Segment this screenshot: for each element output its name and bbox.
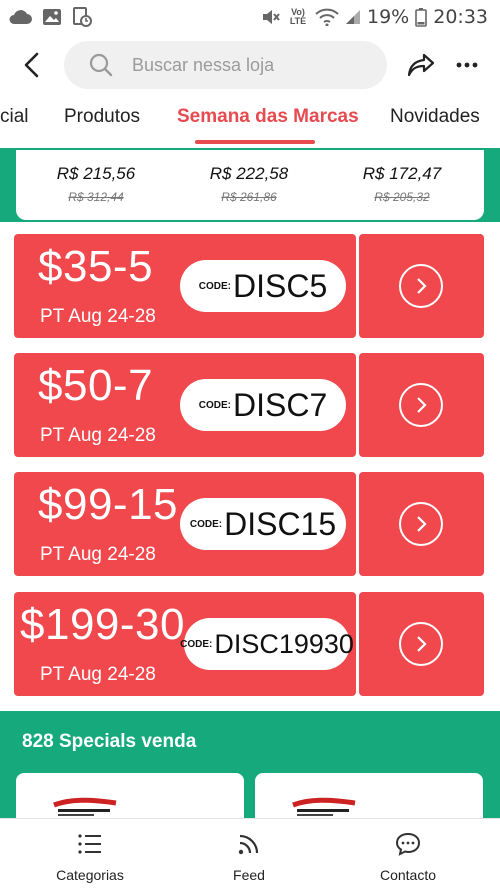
- share-button[interactable]: [397, 41, 445, 89]
- price-current: R$ 215,56: [56, 164, 136, 183]
- search-icon: [89, 53, 113, 77]
- code-label: CODE:: [180, 638, 213, 650]
- active-tab-indicator: [195, 140, 315, 144]
- claim-coupon-button[interactable]: [399, 622, 443, 666]
- coupon-claim[interactable]: [359, 353, 484, 457]
- app-header: Buscar nessa loja: [0, 34, 500, 96]
- chevron-right-icon: [417, 516, 427, 532]
- product-card[interactable]: [16, 773, 244, 823]
- volte-icon: Vo) LTE: [289, 7, 307, 26]
- more-dots-icon: [456, 62, 478, 68]
- coupon-code-pill: CODE: DISC5: [180, 260, 346, 312]
- coupon-card[interactable]: $199-30 PT Aug 24-28 CODE: DISC19930: [14, 592, 484, 696]
- coupon-card[interactable]: $35-5 PT Aug 24-28 CODE: DISC5: [14, 234, 484, 338]
- product-card[interactable]: [255, 773, 483, 823]
- coupon-main: $199-30 PT Aug 24-28 CODE: DISC19930: [14, 592, 356, 696]
- nav-categorias[interactable]: Categorias: [10, 831, 170, 883]
- chevron-right-icon: [417, 278, 427, 294]
- tab-produtos[interactable]: Produtos: [64, 106, 140, 128]
- back-button[interactable]: [4, 37, 60, 93]
- brand-logo-icon: [53, 797, 117, 816]
- tab-semana-das-marcas[interactable]: Semana das Marcas: [177, 106, 359, 128]
- chevron-right-icon: [417, 636, 427, 652]
- coupon-amount: $50-7: [38, 361, 154, 410]
- coupon-code: DISC7: [232, 386, 328, 423]
- search-input[interactable]: Buscar nessa loja: [64, 41, 387, 89]
- price-item[interactable]: R$ 172,47 R$ 205,32: [342, 164, 462, 204]
- wifi-icon: [315, 8, 339, 26]
- nav-label: Contacto: [379, 867, 437, 883]
- price-strip: R$ 215,56 R$ 312,44 R$ 222,58 R$ 261,86 …: [16, 150, 484, 220]
- coupon-main: $35-5 PT Aug 24-28 CODE: DISC5: [14, 234, 356, 338]
- price-original: R$ 205,32: [374, 190, 430, 204]
- coupon-code-pill: CODE: DISC7: [180, 379, 346, 431]
- tab-oficial[interactable]: cial: [0, 106, 29, 128]
- price-current: R$ 172,47: [362, 164, 442, 183]
- nav-contacto[interactable]: Contacto: [328, 831, 488, 883]
- claim-coupon-button[interactable]: [399, 264, 443, 308]
- coupon-amount: $199-30: [20, 600, 185, 649]
- price-item[interactable]: R$ 222,58 R$ 261,86: [189, 164, 309, 204]
- tab-novidades[interactable]: Novidades: [390, 106, 480, 128]
- coupon-period: PT Aug 24-28: [40, 425, 156, 446]
- share-icon: [407, 53, 435, 77]
- battery-icon: [415, 7, 428, 27]
- status-left: [8, 7, 92, 27]
- code-label: CODE:: [198, 399, 231, 411]
- price-original: R$ 261,86: [221, 190, 277, 204]
- price-original: R$ 312,44: [68, 190, 124, 204]
- coupon-amount: $35-5: [38, 242, 154, 291]
- price-current: R$ 222,58: [209, 164, 289, 183]
- clock: 20:33: [433, 6, 488, 28]
- coupon-amount: $99-15: [38, 480, 179, 529]
- coupon-main: $99-15 PT Aug 24-28 CODE: DISC15: [14, 472, 356, 576]
- battery-percent: 19%: [367, 6, 410, 28]
- specials-title: 828 Specials venda: [22, 731, 197, 752]
- bottom-navigation: Categorias Feed Contacto: [0, 818, 500, 889]
- code-label: CODE:: [198, 280, 231, 292]
- status-bar: Vo) LTE 19% 20:33: [0, 0, 500, 34]
- list-icon: [78, 834, 101, 854]
- coupon-period: PT Aug 24-28: [40, 306, 156, 327]
- store-tabs: cial Produtos Semana das Marcas Novidade…: [0, 96, 500, 146]
- claim-coupon-button[interactable]: [399, 383, 443, 427]
- coupon-card[interactable]: $99-15 PT Aug 24-28 CODE: DISC15: [14, 472, 484, 576]
- nav-label: Categorias: [56, 867, 124, 883]
- nav-feed[interactable]: Feed: [169, 831, 329, 883]
- more-options-button[interactable]: [447, 41, 487, 89]
- feed-icon: [238, 834, 259, 855]
- coupon-code: DISC15: [224, 505, 337, 542]
- chevron-right-icon: [417, 397, 427, 413]
- claim-coupon-button[interactable]: [399, 502, 443, 546]
- coupon-main: $50-7 PT Aug 24-28 CODE: DISC7: [14, 353, 356, 457]
- chevron-left-icon: [24, 52, 39, 78]
- coupon-code: DISC5: [232, 267, 328, 304]
- image-icon: [42, 8, 62, 26]
- signal-icon: [345, 9, 361, 25]
- cloud-icon: [8, 9, 32, 25]
- coupon-code-pill: CODE: DISC15: [180, 498, 346, 550]
- coupon-card[interactable]: $50-7 PT Aug 24-28 CODE: DISC7: [14, 353, 484, 457]
- coupon-period: PT Aug 24-28: [40, 664, 156, 685]
- status-right: Vo) LTE 19% 20:33: [261, 6, 488, 28]
- coupon-claim[interactable]: [359, 234, 484, 338]
- nav-label: Feed: [233, 867, 265, 883]
- brand-logo-icon: [292, 797, 356, 816]
- doc-sync-icon: [72, 7, 92, 27]
- mute-icon: [261, 8, 281, 26]
- coupon-period: PT Aug 24-28: [40, 544, 156, 565]
- coupon-code-pill: CODE: DISC19930: [180, 618, 354, 670]
- coupon-code: DISC19930: [214, 628, 354, 659]
- chat-icon: [395, 832, 421, 856]
- coupon-claim[interactable]: [359, 592, 484, 696]
- search-placeholder: Buscar nessa loja: [132, 54, 275, 75]
- coupon-claim[interactable]: [359, 472, 484, 576]
- code-label: CODE:: [189, 518, 223, 530]
- price-item[interactable]: R$ 215,56 R$ 312,44: [36, 164, 156, 204]
